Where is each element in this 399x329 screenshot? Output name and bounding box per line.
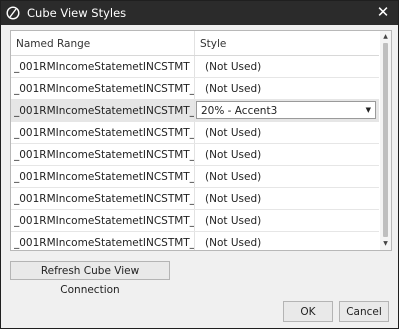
style-cell[interactable]: (Not Used) (205, 232, 375, 250)
table-row[interactable]: _001RMIncomeStatemetINCSTMT_C (Not Used) (11, 188, 379, 210)
style-cell[interactable]: (Not Used) (205, 210, 375, 231)
column-divider (194, 232, 195, 250)
window-title: Cube View Styles (27, 6, 127, 20)
table-row[interactable]: _001RMIncomeStatemetINCSTMT_C (Not Used) (11, 122, 379, 144)
column-divider (194, 188, 195, 209)
table-row[interactable]: _001RMIncomeStatemetINCSTMT_C (Not Used) (11, 78, 379, 100)
table-row[interactable]: _001RMIncomeStatemetINCSTMT_C 20% - Accen… (11, 100, 379, 122)
named-range-cell: _001RMIncomeStatemetINCSTMT_C (14, 149, 194, 161)
named-range-cell: _001RMIncomeStatemetINCSTMT_C (14, 237, 194, 249)
named-range-cell: _001RMIncomeStatemetINCSTMT_C (14, 83, 194, 95)
column-divider (194, 100, 195, 121)
scroll-up-arrow-icon[interactable]: ▲ (380, 32, 391, 42)
grid-rows: _001RMIncomeStatemetINCSTMT (Not Used) _00… (11, 56, 379, 250)
style-cell[interactable]: (Not Used) (205, 144, 375, 165)
column-divider (194, 210, 195, 231)
column-divider (194, 166, 195, 187)
app-logo-icon (6, 6, 20, 20)
named-range-grid: Named Range Style _001RMIncomeStatemetIN… (10, 30, 392, 251)
style-cell[interactable]: (Not Used) (205, 78, 375, 99)
scrollbar-thumb[interactable] (383, 43, 388, 237)
column-divider (194, 122, 195, 143)
style-dropdown[interactable]: 20% - Accent3 ▼ (196, 101, 376, 119)
ok-button[interactable]: OK (283, 301, 333, 322)
named-range-cell: _001RMIncomeStatemetINCSTMT (14, 61, 190, 73)
column-divider (194, 31, 195, 55)
column-divider (194, 144, 195, 165)
named-range-cell: _001RMIncomeStatemetINCSTMT_C (14, 105, 194, 117)
table-row[interactable]: _001RMIncomeStatemetINCSTMT_C (Not Used) (11, 210, 379, 232)
cancel-button[interactable]: Cancel (339, 301, 389, 322)
column-header-style[interactable]: Style (200, 31, 370, 55)
named-range-cell: _001RMIncomeStatemetINCSTMT_C (14, 193, 194, 205)
scroll-down-arrow-icon[interactable]: ▼ (380, 239, 391, 249)
table-row[interactable]: _001RMIncomeStatemetINCSTMT_C (Not Used) (11, 232, 379, 250)
grid-header: Named Range Style (11, 31, 379, 56)
vertical-scrollbar[interactable]: ▲ ▼ (380, 31, 391, 250)
table-row[interactable]: _001RMIncomeStatemetINCSTMT_C (Not Used) (11, 144, 379, 166)
style-cell[interactable]: (Not Used) (205, 122, 375, 143)
table-row[interactable]: _001RMIncomeStatemetINCSTMT_C (Not Used) (11, 166, 379, 188)
named-range-cell: _001RMIncomeStatemetINCSTMT_C (14, 215, 194, 227)
style-cell[interactable]: (Not Used) (205, 188, 375, 209)
column-header-named-range[interactable]: Named Range (16, 31, 196, 55)
style-cell[interactable]: (Not Used) (205, 166, 375, 187)
cube-view-styles-dialog: Cube View Styles ✕ Named Range Style _00… (0, 0, 399, 329)
column-divider (194, 56, 195, 77)
close-icon[interactable]: ✕ (374, 3, 392, 22)
title-bar: Cube View Styles ✕ (1, 1, 398, 25)
named-range-cell: _001RMIncomeStatemetINCSTMT_C (14, 127, 194, 139)
chevron-down-icon[interactable]: ▼ (366, 102, 371, 119)
style-dropdown-value: 20% - Accent3 (201, 105, 278, 117)
refresh-cube-view-connection-button[interactable]: Refresh Cube View Connection (10, 261, 170, 296)
named-range-cell: _001RMIncomeStatemetINCSTMT_C (14, 171, 194, 183)
table-row[interactable]: _001RMIncomeStatemetINCSTMT (Not Used) (11, 56, 379, 78)
column-divider (194, 78, 195, 99)
style-cell[interactable]: (Not Used) (205, 56, 375, 77)
